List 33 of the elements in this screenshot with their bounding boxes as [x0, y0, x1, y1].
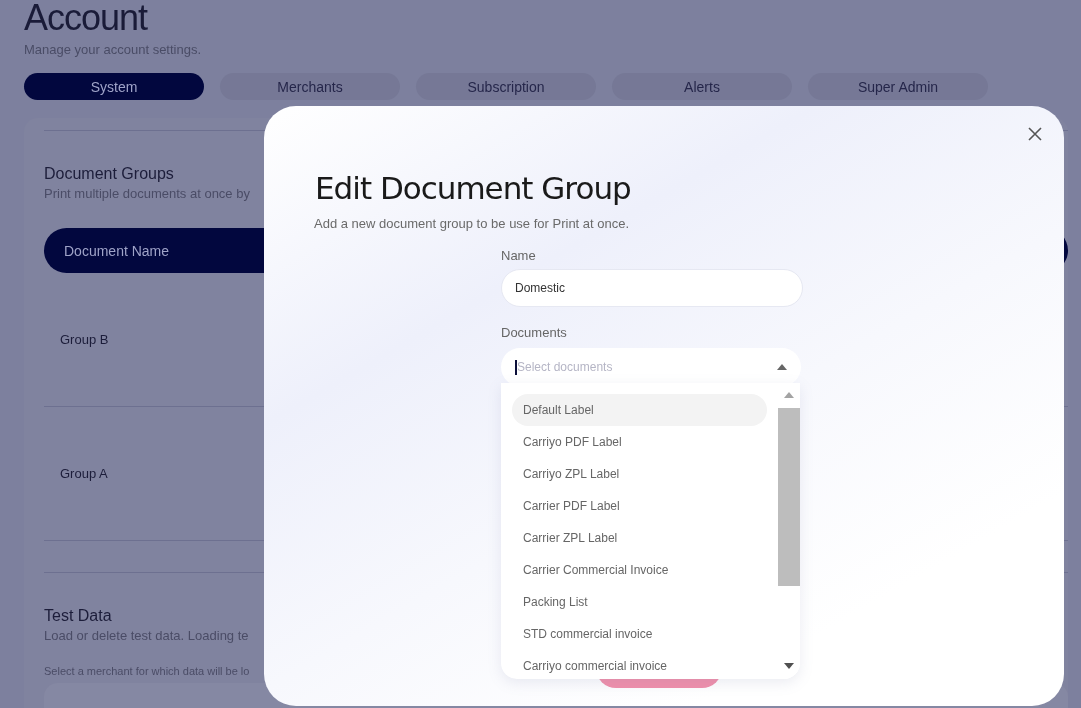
- tab[interactable]: Subscription: [416, 73, 596, 100]
- table-cell: Group A: [60, 466, 108, 481]
- dialog-subtitle: Add a new document group to be use for Print at once.: [314, 216, 631, 231]
- page-subtitle: Manage your account settings.: [24, 42, 203, 57]
- dropdown-option[interactable]: STD commercial invoice: [512, 618, 767, 650]
- dropdown-option[interactable]: Carriyo commercial invoice: [512, 650, 767, 679]
- section-subtitle: Load or delete test data. Loading te: [44, 628, 249, 643]
- dropdown-option[interactable]: Default Label: [512, 394, 767, 426]
- tab[interactable]: System: [24, 73, 204, 100]
- dialog-title: Edit Document Group: [315, 170, 632, 206]
- name-field[interactable]: Domestic: [501, 269, 803, 307]
- section-subtitle: Print multiple documents at once by: [44, 186, 250, 201]
- tab[interactable]: Alerts: [612, 73, 792, 100]
- scrollbar-thumb[interactable]: [778, 408, 800, 586]
- scroll-down-icon[interactable]: [784, 663, 794, 669]
- section-title: Test Data: [44, 607, 113, 625]
- text-cursor: [515, 360, 517, 375]
- table-cell: Group B: [60, 332, 109, 347]
- dropdown-option[interactable]: Carriyo PDF Label: [512, 426, 767, 458]
- dropdown-option[interactable]: Carrier ZPL Label: [512, 522, 767, 554]
- dropdown-option[interactable]: Carriyo ZPL Label: [512, 458, 767, 490]
- dropdown-option[interactable]: Carrier PDF Label: [512, 490, 767, 522]
- field-label: Documents: [501, 325, 568, 340]
- section-title: Document Groups: [44, 165, 175, 183]
- field-label: Name: [501, 248, 537, 263]
- column-header: Document Name: [64, 242, 170, 259]
- dropdown-option[interactable]: Packing List: [512, 586, 767, 618]
- close-icon[interactable]: [1028, 127, 1042, 141]
- dropdown-option[interactable]: Carrier Commercial Invoice: [512, 554, 767, 586]
- tab[interactable]: Merchants: [220, 73, 400, 100]
- documents-field[interactable]: Select documents: [501, 348, 801, 386]
- tab[interactable]: Super Admin: [808, 73, 988, 100]
- page-title: Account: [24, 0, 149, 36]
